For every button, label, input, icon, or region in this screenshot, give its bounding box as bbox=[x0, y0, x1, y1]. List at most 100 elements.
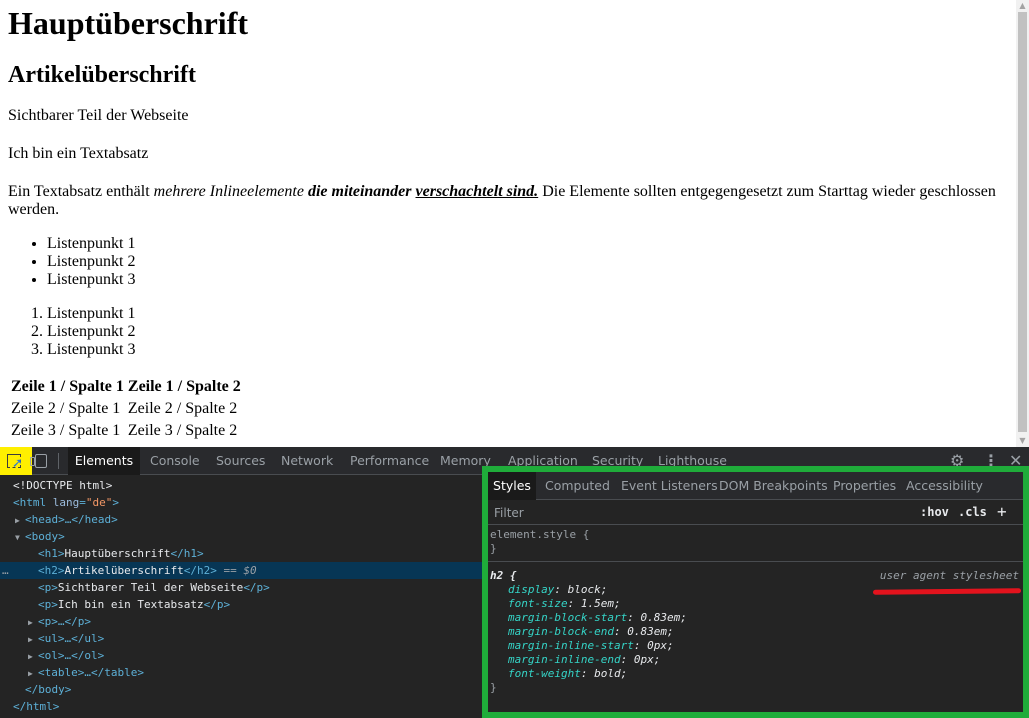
list-item: Listenpunkt 2 bbox=[47, 253, 1008, 271]
cls-toggle[interactable]: .cls bbox=[958, 505, 987, 519]
css-property: margin-inline-end bbox=[508, 653, 621, 666]
scrollbar-thumb[interactable] bbox=[1018, 12, 1027, 432]
expand-triangle-icon[interactable]: ▶ bbox=[28, 665, 38, 682]
tree-node-ul[interactable]: ▶ <ul>…</ul> bbox=[0, 630, 482, 647]
devtools-panel: ➚ Elements Console Sources Network Perfo… bbox=[0, 447, 1029, 718]
tree-node-ol[interactable]: ▶ <ol>…</ol> bbox=[0, 647, 482, 664]
scroll-up-arrow-icon[interactable]: ▲ bbox=[1016, 0, 1029, 12]
table-row: Zeile 1 / Spalte 1 Zeile 1 / Spalte 2 bbox=[10, 377, 242, 397]
table-cell: Zeile 2 / Spalte 2 bbox=[127, 400, 238, 417]
gutter-dots[interactable]: … bbox=[2, 562, 9, 579]
page-heading-h2: Artikelüberschrift bbox=[8, 62, 196, 88]
h1-text: Hauptüberschrift bbox=[64, 547, 171, 560]
list-item: Listenpunkt 2 bbox=[47, 323, 1008, 341]
h2-tag: h2 bbox=[44, 564, 58, 577]
list-item: Listenpunkt 3 bbox=[47, 271, 1008, 289]
data-table: Zeile 1 / Spalte 1 Zeile 1 / Spalte 2 Ze… bbox=[8, 375, 244, 443]
list-item: Listenpunkt 3 bbox=[47, 341, 1008, 359]
css-declaration[interactable]: font-size: 1.5em; bbox=[488, 597, 1023, 611]
tree-node-h2-selected[interactable]: … <h2>Artikelüberschrift</h2> == $0 bbox=[0, 562, 482, 579]
css-value: 0px; bbox=[633, 653, 661, 666]
p2-text: Ich bin ein Textabsatz bbox=[57, 598, 204, 611]
h2-rule-selector[interactable]: h2 { bbox=[490, 569, 517, 582]
tree-node-body[interactable]: ▼ <body> bbox=[0, 528, 482, 545]
table-cell: Zeile 2 / Spalte 1 bbox=[11, 400, 121, 417]
css-value: 0.83em; bbox=[627, 625, 674, 638]
tab-elements[interactable]: Elements bbox=[68, 447, 140, 475]
css-value: block; bbox=[567, 583, 608, 596]
css-declaration[interactable]: margin-inline-start: 0px; bbox=[488, 639, 1023, 653]
tab-event-listeners[interactable]: Event Listeners bbox=[621, 472, 718, 500]
tab-sources[interactable]: Sources bbox=[216, 447, 265, 475]
list-item: Listenpunkt 1 bbox=[47, 235, 1008, 253]
device-small-shape bbox=[30, 457, 35, 466]
collapse-triangle-icon[interactable]: ▼ bbox=[15, 529, 25, 546]
css-declaration[interactable]: margin-block-end: 0.83em; bbox=[488, 625, 1023, 639]
underlined-text: verschachtelt sind. bbox=[415, 183, 539, 200]
expand-triangle-icon[interactable]: ▶ bbox=[15, 512, 25, 529]
css-declaration[interactable]: margin-inline-end: 0px; bbox=[488, 653, 1023, 667]
h2-rule-close: } bbox=[490, 681, 497, 694]
tab-console[interactable]: Console bbox=[150, 447, 200, 475]
device-toolbar-icon[interactable] bbox=[30, 454, 47, 468]
scroll-down-arrow-icon[interactable]: ▼ bbox=[1016, 435, 1029, 447]
selected-marker: == $0 bbox=[223, 564, 257, 577]
body-close: </body> bbox=[25, 683, 72, 696]
strong-emphasis-text: die miteinander verschachtelt sind. bbox=[308, 183, 538, 200]
rule-source-label: user agent stylesheet bbox=[879, 569, 1019, 582]
tree-node-table[interactable]: ▶ <table>…</table> bbox=[0, 664, 482, 681]
paragraph-text: Ich bin ein Textabsatz bbox=[8, 145, 149, 162]
body-open: <body> bbox=[25, 530, 65, 543]
expand-triangle-icon[interactable]: ▶ bbox=[28, 648, 38, 665]
tree-node-html-close[interactable]: </html> bbox=[0, 698, 482, 715]
tree-node-body-close[interactable]: </body> bbox=[0, 681, 482, 698]
table-header-cell: Zeile 1 / Spalte 2 bbox=[127, 378, 241, 395]
page-scrollbar[interactable]: ▲ ▼ bbox=[1016, 0, 1029, 447]
table-row: Zeile 2 / Spalte 1 Zeile 2 / Spalte 2 bbox=[10, 399, 242, 419]
p-collapsed: <p>…</p> bbox=[38, 615, 91, 628]
html-tag: html bbox=[19, 496, 47, 509]
tab-performance[interactable]: Performance bbox=[350, 447, 429, 475]
ul-collapsed: <ul>…</ul> bbox=[38, 632, 105, 645]
ordered-list: Listenpunkt 1 Listenpunkt 2 Listenpunkt … bbox=[8, 305, 1008, 359]
css-property: font-weight bbox=[508, 667, 581, 680]
tab-accessibility[interactable]: Accessibility bbox=[906, 472, 983, 500]
css-declaration[interactable]: font-weight: bold; bbox=[488, 667, 1023, 681]
hov-toggle[interactable]: :hov bbox=[920, 505, 949, 519]
inspect-element-icon[interactable]: ➚ bbox=[0, 447, 32, 475]
tab-dom-breakpoints[interactable]: DOM Breakpoints bbox=[719, 472, 828, 500]
tree-node-p3[interactable]: ▶ <p>…</p> bbox=[0, 613, 482, 630]
expand-triangle-icon[interactable]: ▶ bbox=[28, 631, 38, 648]
styles-filter-input[interactable] bbox=[494, 505, 894, 521]
page-heading-h1: Hauptüberschrift bbox=[8, 5, 248, 41]
tree-node-head[interactable]: ▶ <head>…</head> bbox=[0, 511, 482, 528]
css-property: margin-inline-start bbox=[508, 639, 634, 652]
styles-sidebar: Styles Computed Event Listeners DOM Brea… bbox=[482, 466, 1029, 718]
tree-node-doctype[interactable]: <!DOCTYPE html> bbox=[0, 477, 482, 494]
tab-styles[interactable]: Styles bbox=[488, 472, 536, 500]
head-collapsed: <head>…</head> bbox=[25, 513, 118, 526]
html-attr-value: "de" bbox=[85, 496, 113, 509]
unordered-list: Listenpunkt 1 Listenpunkt 2 Listenpunkt … bbox=[8, 235, 1008, 289]
css-declaration[interactable]: margin-block-start: 0.83em; bbox=[488, 611, 1023, 625]
tab-computed[interactable]: Computed bbox=[545, 472, 610, 500]
strong-emphasis-prefix: die miteinander bbox=[307, 183, 416, 200]
tree-node-p1[interactable]: <p>Sichtbarer Teil der Webseite</p> bbox=[0, 579, 482, 596]
emphasis-text: mehrere Inlineelemente bbox=[153, 183, 304, 200]
tree-node-h1[interactable]: <h1>Hauptüberschrift</h1> bbox=[0, 545, 482, 562]
add-rule-icon[interactable]: + bbox=[997, 502, 1007, 521]
page-viewport: Hauptüberschrift Artikelüberschrift Sich… bbox=[0, 0, 1016, 447]
table-cell: Zeile 3 / Spalte 2 bbox=[127, 422, 238, 439]
ol-collapsed: <ol>…</ol> bbox=[38, 649, 105, 662]
tree-node-html[interactable]: <html lang="de"> bbox=[0, 494, 482, 511]
expand-triangle-icon[interactable]: ▶ bbox=[28, 614, 38, 631]
tree-node-p2[interactable]: <p>Ich bin ein Textabsatz</p> bbox=[0, 596, 482, 613]
tab-network[interactable]: Network bbox=[281, 447, 333, 475]
elements-tree: <!DOCTYPE html> <html lang="de"> ▶ <head>… bbox=[0, 476, 482, 718]
tab-properties[interactable]: Properties bbox=[833, 472, 896, 500]
cursor-arrow-icon: ➚ bbox=[12, 456, 23, 471]
h1-close-tag: h1 bbox=[183, 547, 197, 560]
css-value: 0.83em; bbox=[640, 611, 687, 624]
element-style-selector[interactable]: element.style { bbox=[488, 528, 1023, 542]
element-style-rule: element.style { } bbox=[488, 528, 1023, 562]
